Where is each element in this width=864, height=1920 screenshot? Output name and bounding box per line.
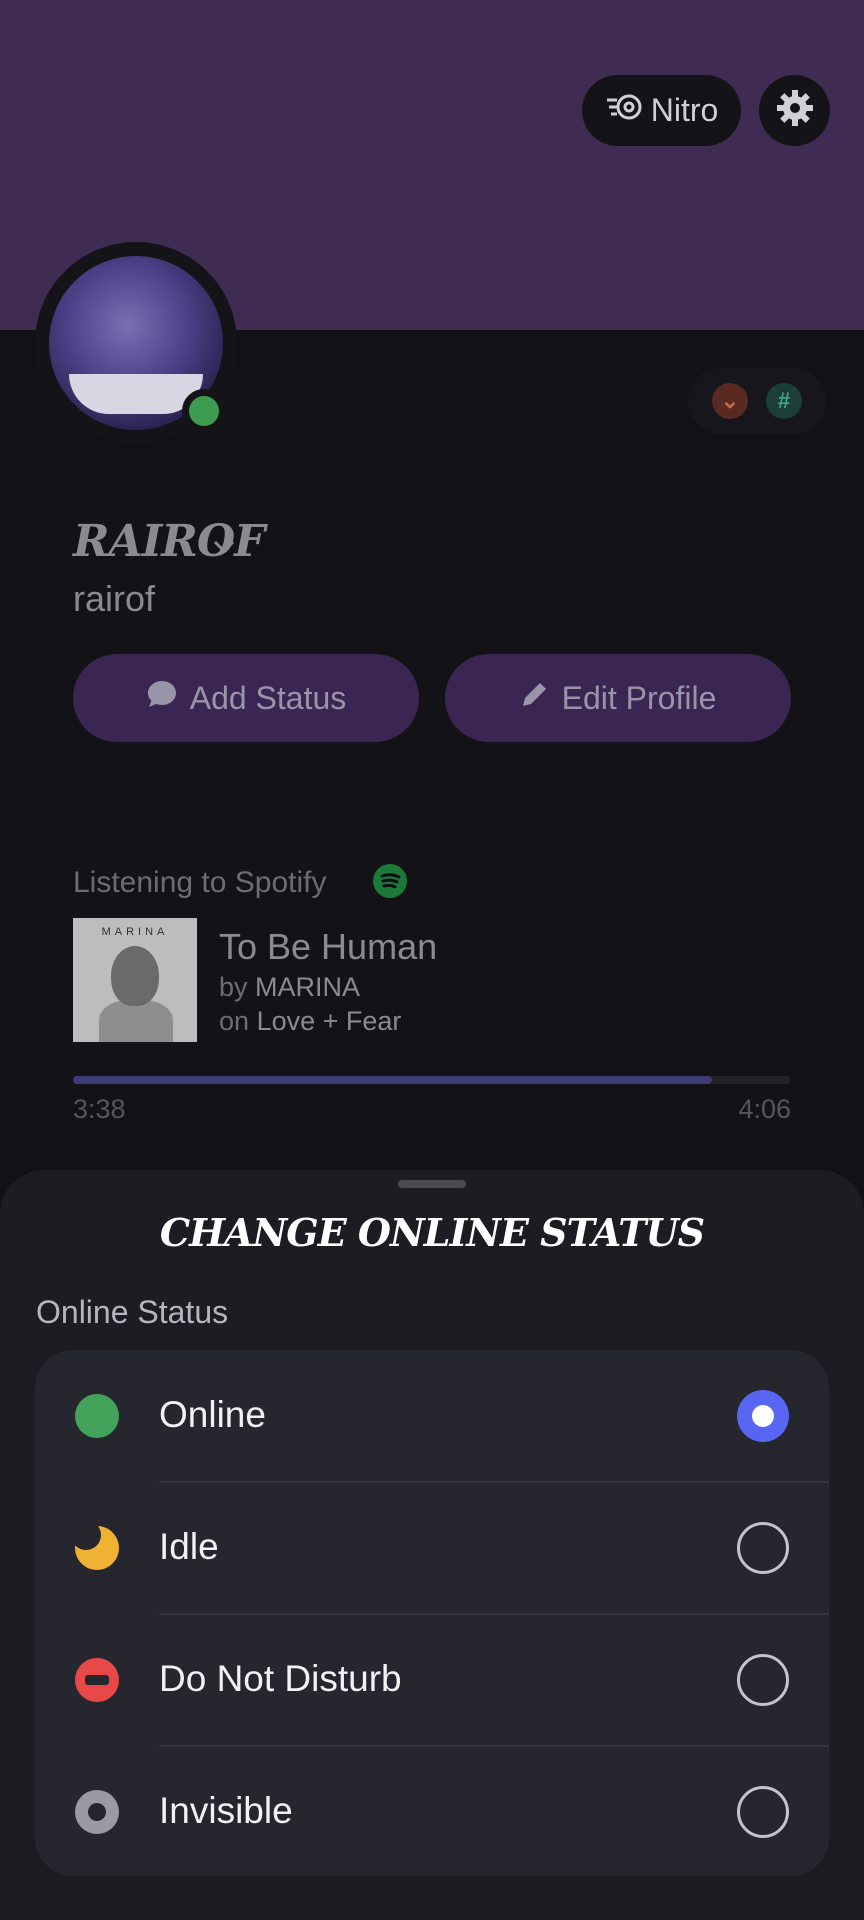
nitro-label: Nitro (650, 92, 719, 128)
nitro-button[interactable]: Nitro (582, 75, 741, 146)
album-art-text: MARINA (101, 926, 169, 938)
status-option-label: Idle (159, 1526, 219, 1567)
status-option-idle[interactable]: Idle (35, 1482, 829, 1613)
status-options-list: Online Idle Do Not Disturb Invisible (35, 1350, 829, 1876)
status-option-label: Online (159, 1394, 266, 1435)
nitro-icon (605, 92, 643, 130)
spotify-activity-card[interactable]: Listening to Spotify MARINA To Be Human … (37, 826, 827, 1156)
playback-progress-fill (73, 1076, 713, 1084)
profile-card: RAIROF rairof Add Status Edit Profile (37, 474, 827, 776)
track-duration: 4:06 (738, 1094, 791, 1124)
invisible-radio[interactable] (737, 1786, 789, 1838)
username: rairof (73, 578, 156, 619)
spotify-icon (373, 864, 407, 898)
edit-profile-label: Edit Profile (561, 679, 717, 716)
sheet-drag-handle[interactable] (398, 1180, 466, 1188)
dnd-radio[interactable] (737, 1654, 789, 1706)
dnd-icon (75, 1658, 119, 1702)
track-artist-line: by MARINA (219, 972, 361, 1002)
add-status-button[interactable]: Add Status (73, 654, 419, 742)
idle-radio[interactable] (737, 1522, 789, 1574)
online-status-icon (75, 1394, 119, 1438)
album-art[interactable]: MARINA (73, 918, 197, 1042)
status-option-label: Do Not Disturb (159, 1658, 402, 1699)
online-radio[interactable] (737, 1390, 789, 1442)
profile-badges[interactable]: ⌄ # (688, 368, 826, 434)
display-name[interactable]: RAIROF (73, 516, 265, 567)
avatar[interactable] (35, 242, 237, 444)
section-label: Online Status (36, 1294, 229, 1330)
status-option-invisible[interactable]: Invisible (35, 1746, 829, 1876)
playback-progress-bar (73, 1076, 791, 1084)
sheet-title: CHANGE ONLINE STATUS (159, 1210, 705, 1255)
invisible-icon (75, 1790, 119, 1834)
edit-profile-button[interactable]: Edit Profile (445, 654, 791, 742)
change-status-sheet: CHANGE ONLINE STATUS Online Status Onlin… (0, 1170, 864, 1920)
status-option-online[interactable]: Online (35, 1350, 829, 1481)
hashtag-badge-icon[interactable]: # (766, 383, 802, 419)
chevron-badge-icon[interactable]: ⌄ (712, 383, 748, 419)
status-option-dnd[interactable]: Do Not Disturb (35, 1614, 829, 1745)
chevron-down-icon[interactable] (213, 530, 235, 554)
settings-button[interactable] (759, 75, 830, 146)
track-album[interactable]: Love + Fear (257, 1006, 402, 1036)
track-album-line: on Love + Fear (219, 1006, 402, 1036)
status-option-label: Invisible (159, 1790, 293, 1831)
idle-moon-icon (71, 1520, 119, 1570)
online-status-indicator (182, 389, 226, 433)
speech-bubble-icon (146, 679, 178, 717)
track-artist[interactable]: MARINA (255, 972, 360, 1002)
activity-label: Listening to Spotify (73, 866, 327, 899)
elapsed-time: 3:38 (73, 1094, 126, 1124)
pencil-icon (520, 679, 550, 717)
add-status-label: Add Status (189, 679, 347, 716)
gear-icon (775, 88, 815, 133)
track-title[interactable]: To Be Human (219, 926, 437, 968)
